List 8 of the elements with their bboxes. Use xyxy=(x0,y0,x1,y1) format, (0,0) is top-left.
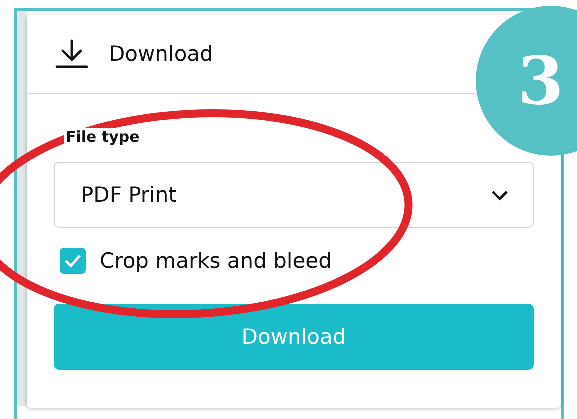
field-label: File type xyxy=(64,128,142,146)
checkbox[interactable] xyxy=(60,248,86,274)
download-icon xyxy=(54,39,89,69)
panel-title: Download xyxy=(108,42,214,66)
file-type-dropdown[interactable]: PDF Print xyxy=(54,162,534,228)
check-icon xyxy=(64,254,82,268)
chevron-down-icon xyxy=(491,190,509,200)
checkbox-label: Crop marks and bleed xyxy=(100,249,332,273)
